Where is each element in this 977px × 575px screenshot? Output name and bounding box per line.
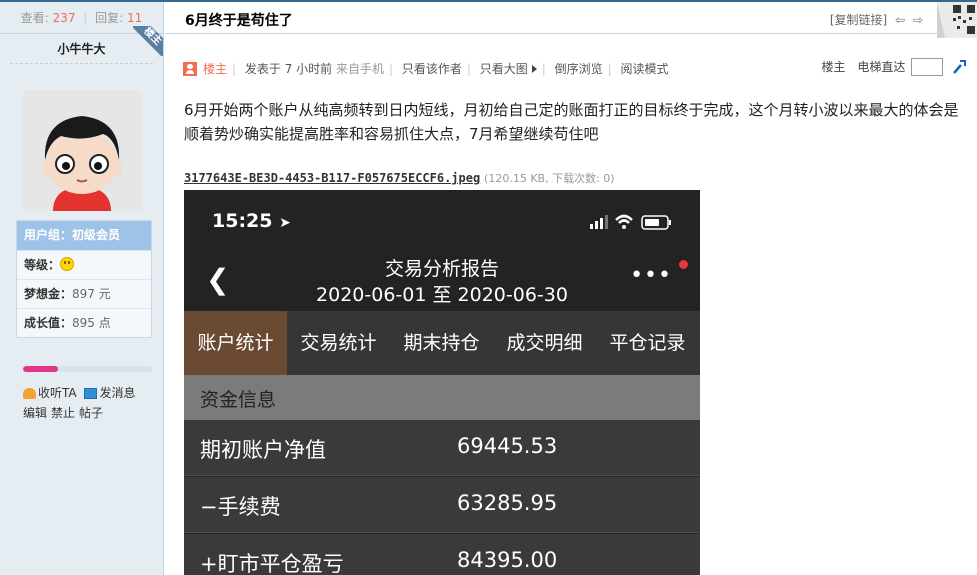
message-link[interactable]: 发消息 bbox=[99, 386, 135, 400]
author-actions: 收听TA 发消息 编辑 禁止 帖子 bbox=[23, 383, 139, 423]
next-thread-icon[interactable]: ⇨ bbox=[913, 13, 923, 27]
level-smiley-icon bbox=[60, 257, 75, 271]
posted-time: 发表于 7 小时前 bbox=[244, 62, 333, 76]
user-info-table: 用户组：初级会员 等级： 梦想金：897 元 成长值：895 点 bbox=[16, 220, 152, 338]
dream-gold-value: 897 元 bbox=[72, 287, 111, 301]
fund-row-value: 69445.53 bbox=[457, 434, 558, 458]
author-role: 楼主 bbox=[203, 62, 228, 76]
floor-jump-input[interactable] bbox=[911, 58, 944, 76]
fund-info-header: 资金信息 bbox=[184, 375, 700, 420]
only-author-link[interactable]: 只看该作者 bbox=[402, 62, 462, 76]
report-date-range: 2020-06-01 至 2020-06-30 bbox=[316, 284, 568, 306]
fund-row-label: −手续费 bbox=[200, 495, 281, 519]
ban-link[interactable]: 禁止 bbox=[51, 406, 75, 420]
title-tools: [复制链接] ⇦ ⇨ bbox=[830, 11, 923, 28]
reverse-order-link[interactable]: 倒序浏览 bbox=[555, 62, 603, 76]
location-arrow-icon: ➤ bbox=[279, 215, 291, 231]
post-title: 6月终于是苟住了 bbox=[185, 13, 293, 29]
phone-nav-bar: ❮ 交易分析报告 2020-06-01 至 2020-06-30 ••• bbox=[184, 255, 700, 311]
read-mode-link[interactable]: 阅读模式 bbox=[621, 62, 669, 76]
status-icons bbox=[590, 214, 671, 230]
attachment-image[interactable]: 15:25 ➤ ❮ 交易分析报告 2020-06-01 至 2020-06-30… bbox=[184, 190, 700, 575]
thread-starter-badge: 楼主 bbox=[133, 26, 163, 56]
signal-icon bbox=[590, 224, 593, 229]
fund-info-title: 资金信息 bbox=[200, 389, 277, 411]
fund-row: +盯市平仓盈亏 84395.00 bbox=[184, 534, 700, 575]
growth-progress-fill bbox=[23, 366, 58, 372]
growth-row: 成长值：895 点 bbox=[17, 308, 151, 337]
dream-gold-row: 梦想金：897 元 bbox=[17, 279, 151, 308]
play-icon bbox=[531, 65, 537, 73]
post-body: 6月开始两个账户从纯高频转到日内短线，月初给自己定的账面打正的目标终于完成，这个… bbox=[184, 101, 959, 143]
title-bar: 6月终于是苟住了 [复制链接] ⇦ ⇨ bbox=[165, 2, 977, 38]
mail-icon bbox=[84, 388, 98, 399]
fund-row: −手续费 63285.95 bbox=[184, 477, 700, 533]
jump-label: 电梯直达 bbox=[857, 60, 906, 74]
fund-row-label: +盯市平仓盈亏 bbox=[200, 552, 344, 575]
floor-label: 楼主 bbox=[821, 60, 846, 74]
avatar[interactable] bbox=[23, 90, 141, 211]
fund-row-value: 84395.00 bbox=[457, 548, 558, 572]
only-big-image-link[interactable]: 只看大图 bbox=[480, 62, 528, 76]
user-group-row: 用户组：初级会员 bbox=[17, 221, 151, 250]
phone-status-bar: 15:25 ➤ bbox=[184, 190, 700, 255]
follow-icon bbox=[23, 388, 36, 399]
post-meta-bar: 楼主 | 发表于 7 小时前 来自手机 | 只看该作者 | 只看大图 | 倒序浏览 | 阅… bbox=[183, 58, 967, 80]
prev-thread-icon[interactable]: ⇦ bbox=[895, 13, 905, 27]
thread-starter-ribbon: 楼主 bbox=[133, 26, 163, 56]
views-count: 237 bbox=[52, 11, 76, 25]
level-row: 等级： bbox=[17, 250, 151, 279]
level-label: 等级： bbox=[24, 258, 61, 272]
avatar-cartoon-icon bbox=[23, 90, 141, 211]
posted-from: 来自手机 bbox=[335, 62, 384, 76]
growth-progress-bar bbox=[23, 366, 152, 372]
user-group-label: 用户组： bbox=[24, 228, 73, 242]
fund-row-label: 期初账户净值 bbox=[200, 438, 326, 462]
replies-count: 11 bbox=[127, 11, 143, 25]
author-name-text[interactable]: 小牛牛大 bbox=[57, 42, 105, 56]
report-tabs: 账户统计 交易统计 期末持仓 成交明细 平仓记录 bbox=[184, 311, 700, 375]
posts-link[interactable]: 帖子 bbox=[79, 406, 103, 420]
attachment-info: (120.15 KB, 下载次数: 0) bbox=[484, 172, 615, 185]
tab-trade-stats[interactable]: 交易统计 bbox=[287, 311, 390, 375]
copy-link-button[interactable]: [复制链接] bbox=[830, 13, 887, 27]
qr-code-icon[interactable] bbox=[931, 2, 977, 38]
fund-row: 期初账户净值 69445.53 bbox=[184, 420, 700, 476]
edit-link[interactable]: 编辑 bbox=[23, 406, 47, 420]
jump-go-icon[interactable] bbox=[951, 59, 967, 75]
growth-value: 895 点 bbox=[72, 316, 111, 330]
notification-dot bbox=[679, 260, 688, 269]
follow-link[interactable]: 收听TA bbox=[38, 386, 77, 400]
tab-end-positions[interactable]: 期末持仓 bbox=[390, 311, 493, 375]
phone-time: 15:25 bbox=[212, 210, 273, 232]
tab-close-records[interactable]: 平仓记录 bbox=[596, 311, 699, 375]
tab-fill-details[interactable]: 成交明细 bbox=[493, 311, 596, 375]
floor-tools: 楼主 电梯直达 bbox=[821, 58, 967, 76]
more-icon[interactable]: ••• bbox=[630, 263, 672, 288]
replies-label: 回复: bbox=[95, 11, 124, 25]
dream-gold-label: 梦想金： bbox=[24, 287, 73, 301]
tab-account-stats[interactable]: 账户统计 bbox=[184, 311, 287, 375]
phone-clock: 15:25 ➤ bbox=[212, 210, 291, 232]
report-title: 交易分析报告 bbox=[384, 258, 499, 280]
fund-row-value: 63285.95 bbox=[457, 491, 558, 515]
attachment: 3177643E-BE3D-4453-B117-F057675ECCF6.jpe… bbox=[184, 170, 615, 186]
author-role-icon bbox=[183, 62, 197, 76]
author-name[interactable]: 小牛牛大 楼主 bbox=[10, 26, 163, 64]
post-main: 6月终于是苟住了 [复制链接] ⇦ ⇨ 楼主 | 发表于 7 小时前 来自手机 | … bbox=[165, 2, 977, 575]
user-group-value[interactable]: 初级会员 bbox=[72, 228, 120, 242]
author-sidebar: 查看: 237 | 回复: 11 小牛牛大 楼主 用户组：初级会员 等级： 梦想… bbox=[0, 2, 164, 575]
attachment-link[interactable]: 3177643E-BE3D-4453-B117-F057675ECCF6.jpe… bbox=[184, 171, 480, 185]
views-label: 查看: bbox=[20, 11, 49, 25]
growth-label: 成长值： bbox=[24, 316, 73, 330]
stats-divider: | bbox=[83, 11, 88, 25]
